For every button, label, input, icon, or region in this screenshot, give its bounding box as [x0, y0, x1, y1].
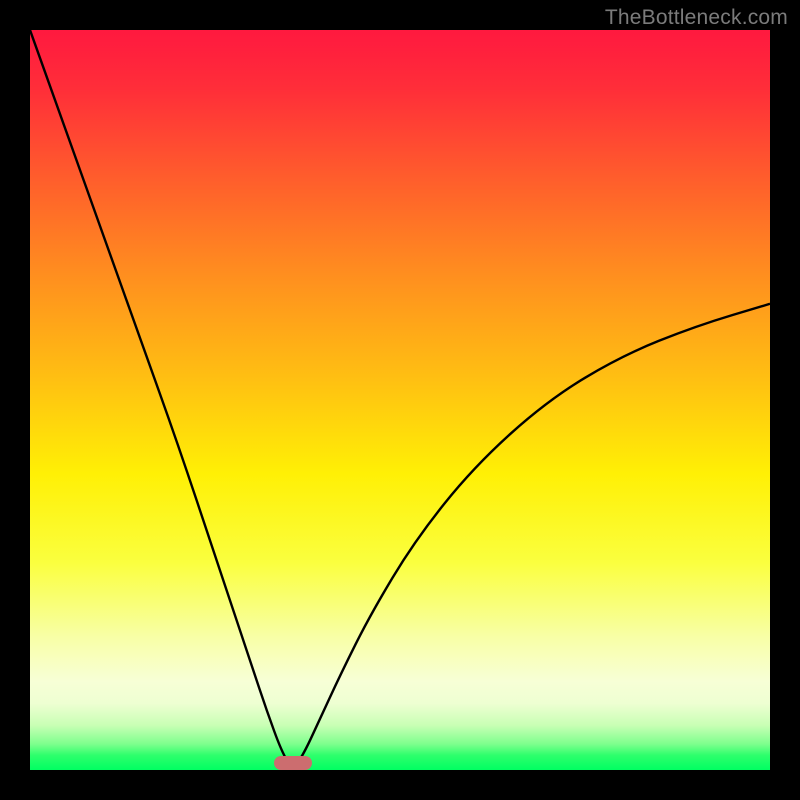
- optimum-marker: [274, 756, 312, 770]
- chart-plot-area: [30, 30, 770, 770]
- bottleneck-curve: [30, 30, 770, 766]
- chart-curve-layer: [30, 30, 770, 770]
- watermark-text: TheBottleneck.com: [605, 6, 788, 30]
